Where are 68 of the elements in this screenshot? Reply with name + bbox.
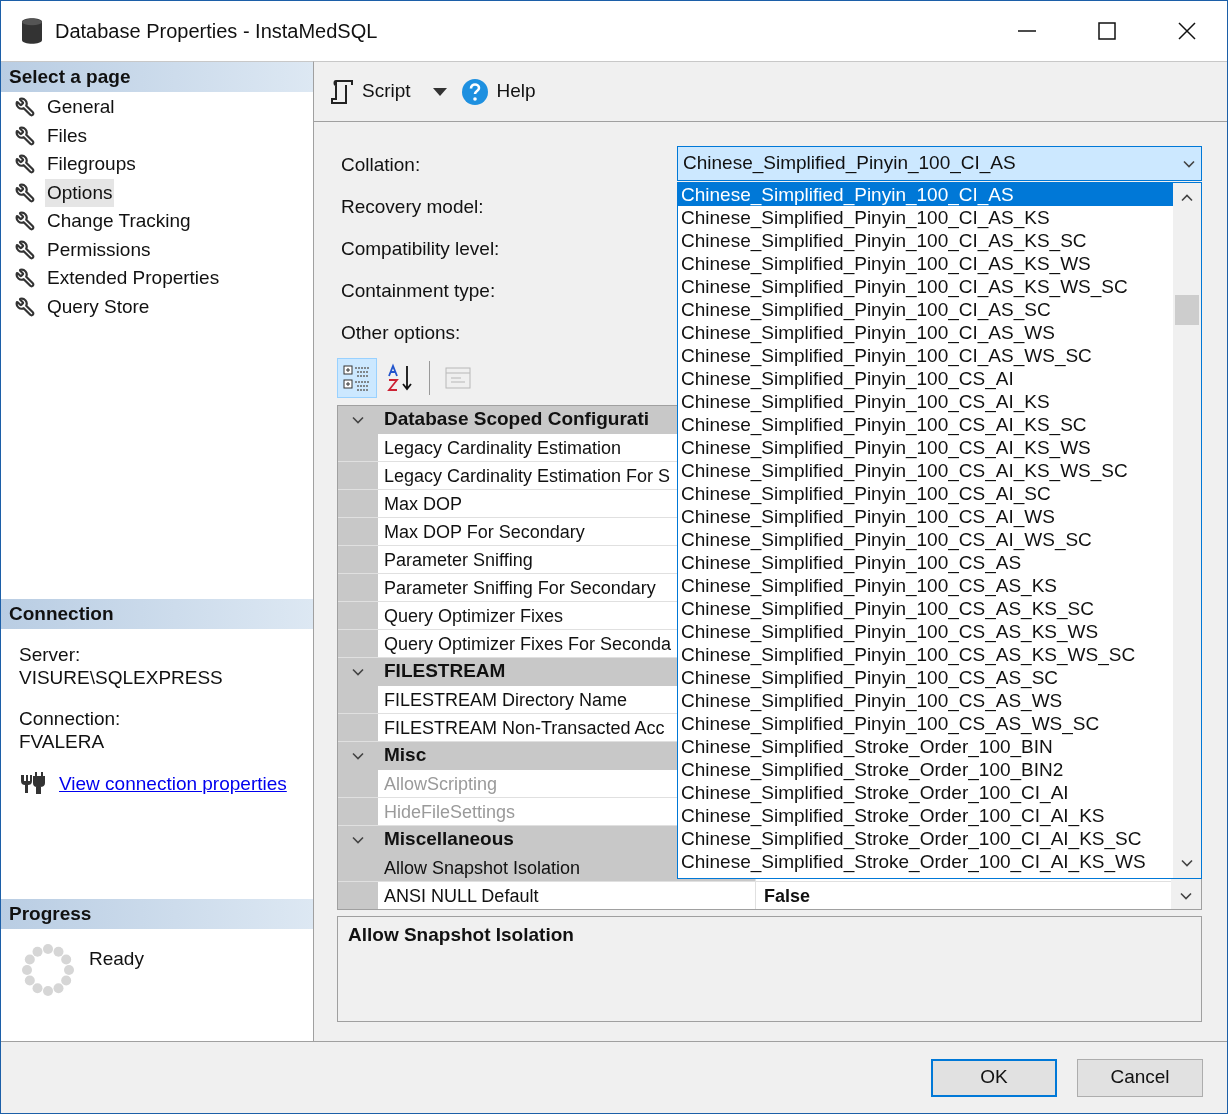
wrench-icon [15,268,35,289]
caret-icon[interactable] [432,87,447,96]
page-item[interactable]: Options [45,178,115,207]
category-header[interactable]: Misc [378,741,427,770]
server-value: VISURE\SQLEXPRESS [19,666,224,689]
dropdown-option[interactable]: Chinese_Simplified_Pinyin_100_CI_AS_KS_SC [678,229,1173,252]
dropdown-option[interactable]: Chinese_Simplified_Pinyin_100_CS_AI [678,367,1173,390]
property-value: False [763,885,811,906]
connection-label: Connection: [19,707,122,730]
other-options-label: Other options: [340,321,461,345]
section-header: Connection [1,599,313,629]
scroll-thumb[interactable] [1175,295,1199,325]
wrench-icon [15,296,35,317]
wrench-icon [15,239,35,260]
maximize-icon [1098,22,1116,40]
wrench-icon [15,125,35,146]
minimize-icon [1018,30,1036,32]
section-header: Progress [1,899,313,929]
page-item[interactable]: Query Store [45,292,152,321]
progress-status: Ready [89,947,144,971]
page-item[interactable]: Files [45,121,90,150]
script-button[interactable]: Script [328,71,413,112]
category-header[interactable]: Database Scoped Configurati [378,405,649,434]
help-button[interactable]: Help [460,71,536,112]
description-title: Allow Snapshot Isolation [348,923,574,945]
page-item[interactable]: Extended Properties [45,264,222,293]
help-icon [460,77,489,106]
collation-dropdown[interactable]: Chinese_Simplified_Pinyin_100_CI_AS [677,146,1202,181]
wrench-icon [15,97,35,118]
script-icon [330,78,354,105]
page-item[interactable]: Change Tracking [45,207,193,236]
field-label: Recovery model: [340,195,485,219]
categorized-view-button[interactable] [337,357,377,398]
dropdown-option[interactable]: Chinese_Simplified_Pinyin_100_CI_AS_WS [678,321,1173,344]
dropdown-option[interactable]: Chinese_Simplified_Pinyin_100_CI_AS_KS_WS [678,252,1173,275]
window-title: Database Properties - InstaMedSQL [55,19,378,44]
dropdown-option[interactable]: Chinese_Simplified_Pinyin_100_CI_AS_KS [678,206,1173,229]
page-item[interactable]: Permissions [45,235,153,264]
category-header[interactable]: FILESTREAM [378,657,506,686]
field-label: Containment type: [340,279,497,303]
field-label: Collation: [340,153,422,177]
dropdown-option[interactable]: Chinese_Simplified_Pinyin_100_CS_AI_KS [678,390,1173,413]
field-label: Compatibility level: [340,237,501,261]
plug-icon [19,771,45,795]
database-icon [21,17,43,45]
category-header[interactable]: Miscellaneous [378,825,514,854]
dialog-button[interactable]: OK [931,1058,1057,1097]
close-icon [1178,22,1196,40]
wrench-icon [15,182,35,203]
wrench-icon [15,211,35,232]
page-item[interactable]: General [45,93,117,122]
dropdown-option[interactable]: Chinese_Simplified_Stroke_Order_100_CI_AI_KS_SC [678,827,1173,850]
categorized-icon [342,362,372,393]
property-name[interactable]: ANSI NULL Default [378,881,756,909]
dropdown-option[interactable]: Chinese_Simplified_Pinyin_100_CI_AS_SC [678,298,1173,321]
spinner-icon [21,943,75,997]
dropdown-option[interactable]: Chinese_Simplified_Pinyin_100_CI_AS_KS_WS_SC [678,275,1173,298]
server-label: Server: [19,643,82,666]
view-connection-link[interactable]: View connection properties [59,771,287,795]
section-header: Select a page [1,62,313,92]
wrench-icon [15,154,35,175]
page-item[interactable]: Filegroups [45,150,138,179]
scrollbar[interactable] [1173,183,1201,878]
dropdown-option[interactable]: Chinese_Simplified_Pinyin_100_CI_AS_WS_SC [678,344,1173,367]
dialog-button[interactable]: Cancel [1077,1058,1203,1097]
dropdown-option[interactable]: Chinese_Simplified_Pinyin_100_CI_AS [678,183,1173,206]
connection-value: FVALERA [19,730,106,753]
dropdown-option[interactable]: Chinese_Simplified_Pinyin_100_CS_AI_KS_SC [678,413,1173,436]
